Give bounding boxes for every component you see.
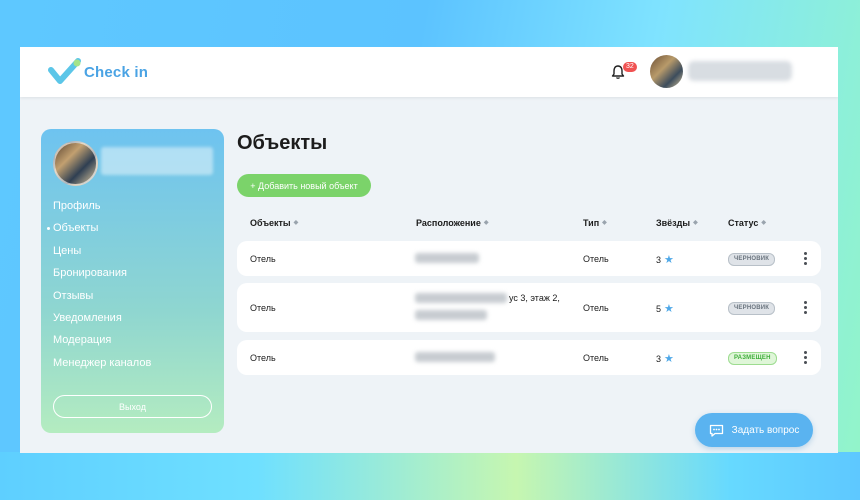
column-header-type[interactable]: Тип ◆ <box>583 218 607 228</box>
sort-icon: ◆ <box>483 220 489 226</box>
sidebar-item-notifications[interactable]: Уведомления <box>53 310 151 332</box>
ask-question-label: Задать вопрос <box>731 424 800 436</box>
chat-icon <box>709 424 723 437</box>
column-header-objects[interactable]: Объекты ◆ <box>250 218 298 228</box>
more-vertical-icon[interactable] <box>804 252 807 265</box>
row-type: Отель <box>583 303 609 313</box>
row-location-blurred <box>415 253 479 263</box>
star-icon: ★ <box>664 303 674 315</box>
sidebar-item-objects[interactable]: Объекты <box>46 220 151 242</box>
row-location-blurred <box>415 352 495 362</box>
status-badge: ЧЕРНОВИК <box>728 302 776 315</box>
logo[interactable]: Check in <box>48 57 148 87</box>
page-title: Объекты <box>237 132 328 154</box>
sidebar: Профиль Объекты Цены Бронирования Отзывы… <box>41 129 224 433</box>
sidebar-user-name-blurred <box>101 147 213 175</box>
row-stars: 3 ★ <box>656 254 674 266</box>
row-location-visible: ус 3, этаж 2, <box>509 293 560 303</box>
row-type: Отель <box>583 254 609 264</box>
add-object-button[interactable]: + Добавить новый объект <box>237 174 371 197</box>
ask-question-button[interactable]: Задать вопрос <box>695 413 813 447</box>
sort-icon: ◆ <box>761 220 766 226</box>
column-header-stars[interactable]: Звёзды ◆ <box>656 218 698 228</box>
user-avatar[interactable] <box>650 55 683 88</box>
logout-button[interactable]: Выход <box>53 395 212 418</box>
sidebar-item-channel-manager[interactable]: Менеджер каналов <box>53 355 151 377</box>
table-header: Объекты ◆ Расположение ◆ Тип ◆ Звёзды ◆ Стат… <box>237 218 821 232</box>
sidebar-avatar <box>53 141 98 186</box>
sort-icon: ◆ <box>602 220 607 226</box>
logo-check-icon <box>48 58 81 84</box>
top-bar: Check in 32 <box>20 47 838 97</box>
row-location-blurred <box>415 293 507 303</box>
sidebar-item-reviews[interactable]: Отзывы <box>53 288 151 310</box>
column-header-status[interactable]: Статус ◆ <box>728 218 766 228</box>
sidebar-item-bookings[interactable]: Бронирования <box>53 265 151 287</box>
table-row[interactable]: Отель ус 3, этаж 2, Отель 5 ★ ЧЕРНОВИК <box>237 283 821 332</box>
sidebar-menu: Профиль Объекты Цены Бронирования Отзывы… <box>46 198 151 377</box>
more-vertical-icon[interactable] <box>804 351 807 364</box>
row-object-name: Отель <box>250 353 276 363</box>
background-gradient <box>0 452 860 500</box>
row-object-name: Отель <box>250 303 276 313</box>
status-badge: РАЗМЕЩЕН <box>728 352 777 365</box>
user-name-blurred[interactable] <box>688 61 792 81</box>
table-row[interactable]: Отель Отель 3 ★ РАЗМЕЩЕН <box>237 340 821 375</box>
row-object-name: Отель <box>250 254 276 264</box>
more-vertical-icon[interactable] <box>804 301 807 314</box>
notification-badge: 32 <box>623 62 637 72</box>
table-row[interactable]: Отель Отель 3 ★ ЧЕРНОВИК <box>237 241 821 276</box>
star-icon: ★ <box>664 254 674 266</box>
sort-icon: ◆ <box>293 220 299 226</box>
sidebar-item-profile[interactable]: Профиль <box>53 198 151 220</box>
star-icon: ★ <box>664 353 674 365</box>
logo-text: Check in <box>84 63 149 81</box>
row-stars: 3 ★ <box>656 353 674 365</box>
sidebar-item-moderation[interactable]: Модерация <box>53 332 151 354</box>
row-stars: 5 ★ <box>656 303 674 315</box>
row-location-blurred-2 <box>415 310 487 320</box>
sidebar-item-prices[interactable]: Цены <box>53 243 151 265</box>
sort-icon: ◆ <box>693 220 698 226</box>
column-header-location[interactable]: Расположение ◆ <box>416 218 488 228</box>
status-badge: ЧЕРНОВИК <box>728 253 776 266</box>
app-window: Check in 32 Профиль Объекты Цены Брониро… <box>20 47 838 453</box>
row-type: Отель <box>583 353 609 363</box>
